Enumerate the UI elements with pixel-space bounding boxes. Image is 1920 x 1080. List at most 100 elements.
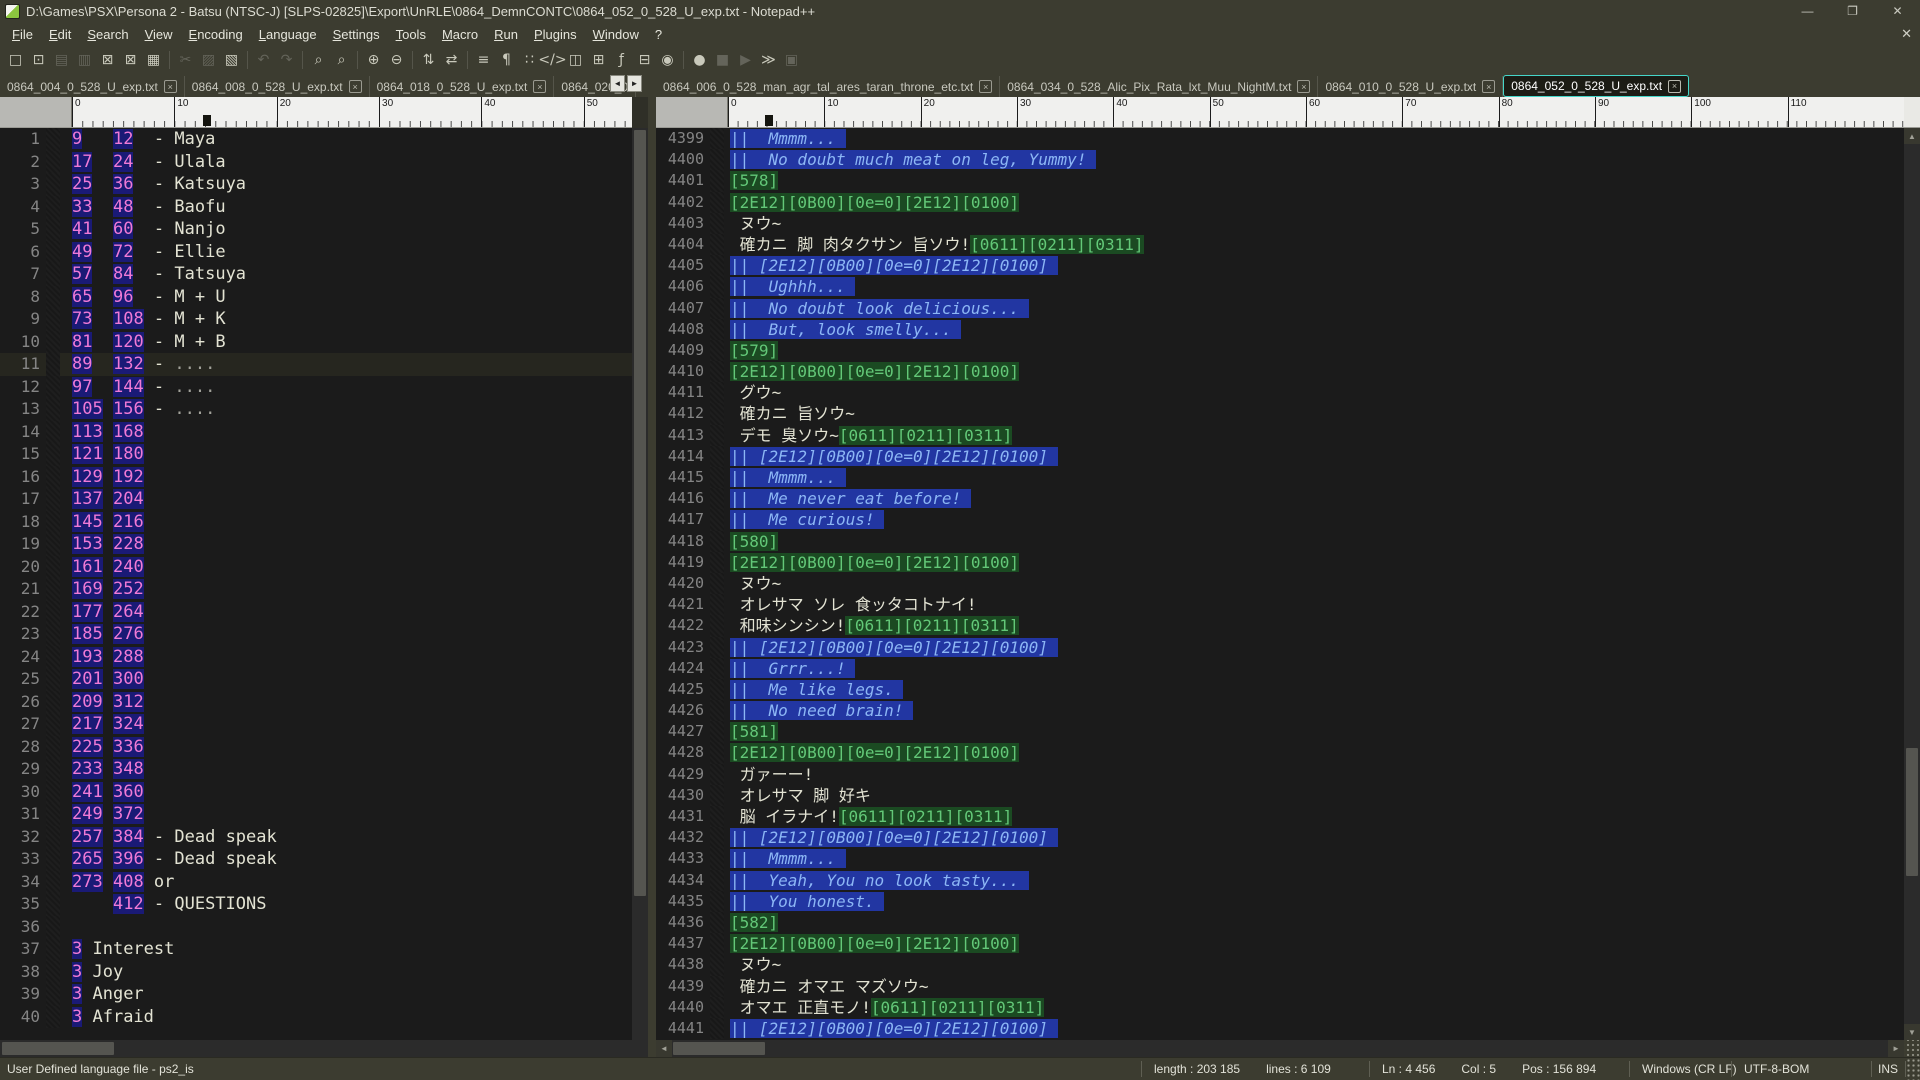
tab-close-icon[interactable]: × bbox=[164, 80, 177, 93]
document-switcher-icon[interactable]: ⊞ bbox=[587, 49, 610, 71]
hscroll-left-arrow-icon[interactable]: ◄ bbox=[656, 1040, 672, 1057]
document-map-icon[interactable]: ◫ bbox=[564, 49, 587, 71]
resize-grip[interactable] bbox=[1904, 1040, 1920, 1057]
editor-right[interactable]: 4399|| Mmmm... 4400|| No doubt much meat… bbox=[656, 128, 1904, 1040]
macro-save-icon: ▣ bbox=[780, 49, 803, 71]
close-file-icon[interactable]: ⊠ bbox=[96, 49, 119, 71]
macro-run-multiple-icon[interactable]: ≫ bbox=[757, 49, 780, 71]
close-all-icon[interactable]: ⊠ bbox=[119, 49, 142, 71]
minimize-button[interactable]: — bbox=[1785, 0, 1830, 22]
code-text: 73 108 - M + K bbox=[60, 308, 226, 331]
fold-margin bbox=[710, 827, 724, 848]
code-line: 15121 180 bbox=[0, 443, 632, 466]
tab-close-icon[interactable]: × bbox=[533, 80, 546, 93]
tab-close-icon[interactable]: × bbox=[1668, 80, 1681, 93]
menu-item-plugins[interactable]: Plugins bbox=[526, 24, 585, 45]
tab-0864_008_0_528_U_exp.txt[interactable]: 0864_008_0_528_U_exp.txt× bbox=[185, 76, 370, 97]
close-button[interactable]: ✕ bbox=[1875, 0, 1920, 22]
menu-item-run[interactable]: Run bbox=[486, 24, 526, 45]
menu-item-view[interactable]: View bbox=[137, 24, 181, 45]
hscroll-thumb-right[interactable] bbox=[673, 1042, 765, 1055]
replace-icon[interactable]: ⌕ bbox=[330, 49, 353, 71]
pane-splitter[interactable] bbox=[648, 97, 656, 1040]
tab-0864_018_0_528_U_exp.txt[interactable]: 0864_018_0_528_U_exp.txt× bbox=[370, 76, 555, 97]
code-line: 4439 確カニ オマエ マズソウ~ bbox=[656, 976, 1904, 997]
tab-0864_034_0_528_Alic_Pix_Rata_lxt_Muu_NightM.txt[interactable]: 0864_034_0_528_Alic_Pix_Rata_lxt_Muu_Nig… bbox=[1000, 76, 1318, 97]
zoom-out-icon[interactable]: ⊖ bbox=[385, 49, 408, 71]
code-text: [2E12][0B00][0e=0][2E12][0100] bbox=[724, 933, 1019, 954]
macro-record-icon[interactable]: ● bbox=[688, 49, 711, 71]
menu-item-settings[interactable]: Settings bbox=[325, 24, 388, 45]
horizontal-scrollbar-left[interactable] bbox=[0, 1040, 648, 1057]
save-all-icon: ▥ bbox=[73, 49, 96, 71]
menu-item-search[interactable]: Search bbox=[79, 24, 136, 45]
tab-scroll-left-icon[interactable]: ◄ bbox=[610, 75, 625, 92]
status-eol-format[interactable]: Windows (CR LF) bbox=[1630, 1062, 1731, 1076]
line-number: 1 bbox=[0, 128, 46, 151]
code-text: 412 - QUESTIONS bbox=[60, 893, 267, 916]
fold-margin bbox=[710, 213, 724, 234]
menu-item-edit[interactable]: Edit bbox=[41, 24, 79, 45]
monitoring-icon[interactable]: ◉ bbox=[656, 49, 679, 71]
status-insert-mode[interactable]: INS bbox=[1872, 1062, 1905, 1076]
tab-close-icon[interactable]: × bbox=[979, 80, 992, 93]
paste-icon[interactable]: ▧ bbox=[220, 49, 243, 71]
ruler-cell: 20 bbox=[277, 97, 379, 127]
status-encoding[interactable]: UTF-8-BOM bbox=[1732, 1062, 1871, 1076]
tab-0864_004_0_528_U_exp.txt[interactable]: 0864_004_0_528_U_exp.txt× bbox=[0, 76, 185, 97]
line-number: 14 bbox=[0, 421, 46, 444]
line-number: 18 bbox=[0, 511, 46, 534]
vertical-scrollbar-right[interactable]: ▲ ▼ bbox=[1904, 128, 1920, 1040]
line-number: 4430 bbox=[656, 785, 710, 806]
code-text: || Grrr...! bbox=[724, 658, 855, 679]
code-text: 233 348 bbox=[60, 758, 144, 781]
hscroll-right-arrow-icon[interactable]: ► bbox=[1888, 1040, 1904, 1057]
find-icon[interactable]: ⌕ bbox=[307, 49, 330, 71]
print-icon[interactable]: ▦ bbox=[142, 49, 165, 71]
tab-0864_052_0_528_U_exp.txt[interactable]: 0864_052_0_528_U_exp.txt× bbox=[1503, 75, 1689, 97]
menu-item-window[interactable]: Window bbox=[585, 24, 647, 45]
menu-item-file[interactable]: File bbox=[4, 24, 41, 45]
hscroll-thumb-left[interactable] bbox=[2, 1042, 114, 1055]
line-number: 2 bbox=[0, 151, 46, 174]
horizontal-scrollbar-right[interactable] bbox=[672, 1040, 1888, 1057]
document-close-icon[interactable]: ✕ bbox=[1901, 26, 1912, 42]
tab-close-icon[interactable]: × bbox=[349, 80, 362, 93]
code-text: 3 Anger bbox=[60, 983, 144, 1006]
vscroll-up-arrow-icon[interactable]: ▲ bbox=[1904, 128, 1920, 144]
new-file-icon[interactable]: □ bbox=[4, 49, 27, 71]
sync-horizontal-scroll-icon[interactable]: ⇄ bbox=[440, 49, 463, 71]
tab-0864_010_0_528_U_exp.txt[interactable]: 0864_010_0_528_U_exp.txt× bbox=[1318, 76, 1503, 97]
function-list-icon[interactable]: ƒ bbox=[610, 49, 633, 71]
menu-item-tools[interactable]: Tools bbox=[388, 24, 434, 45]
vertical-scrollbar-left[interactable] bbox=[632, 128, 648, 1040]
tab-0864_006_0_528_man_agr_tal_ares_taran_throne_etc.txt[interactable]: 0864_006_0_528_man_agr_tal_ares_taran_th… bbox=[656, 76, 1000, 97]
line-number: 4405 bbox=[656, 255, 710, 276]
show-all-characters-icon[interactable]: ¶ bbox=[495, 49, 518, 71]
vscroll-thumb-right[interactable] bbox=[1906, 748, 1918, 876]
code-line: 21169 252 bbox=[0, 578, 632, 601]
vscroll-thumb-left[interactable] bbox=[634, 130, 646, 896]
editor-left[interactable]: 19 12 - Maya217 24 - Ulala325 36 - Katsu… bbox=[0, 128, 632, 1040]
zoom-in-icon[interactable]: ⊕ bbox=[362, 49, 385, 71]
menu-item-encoding[interactable]: Encoding bbox=[181, 24, 251, 45]
maximize-button[interactable]: ❐ bbox=[1830, 0, 1875, 22]
tab-close-icon[interactable]: × bbox=[1297, 80, 1310, 93]
word-wrap-icon[interactable]: ≡ bbox=[472, 49, 495, 71]
open-file-icon[interactable]: ⊡ bbox=[27, 49, 50, 71]
tab-close-icon[interactable]: × bbox=[1482, 80, 1495, 93]
notepadpp-window: D:\Games\PSX\Persona 2 - Batsu (NTSC-J) … bbox=[0, 0, 1920, 1080]
line-number: 4409 bbox=[656, 340, 710, 361]
sync-vertical-scroll-icon[interactable]: ⇅ bbox=[417, 49, 440, 71]
line-number: 4420 bbox=[656, 573, 710, 594]
vscroll-down-arrow-icon[interactable]: ▼ bbox=[1904, 1024, 1920, 1040]
user-defined-language-icon[interactable]: </> bbox=[541, 49, 564, 71]
code-line: 393 Anger bbox=[0, 983, 632, 1006]
code-text: 169 252 bbox=[60, 578, 144, 601]
menu-item-language[interactable]: Language bbox=[251, 24, 325, 45]
code-line: 4427[581] bbox=[656, 721, 1904, 742]
folder-as-workspace-icon[interactable]: ⊟ bbox=[633, 49, 656, 71]
menu-item-[interactable]: ? bbox=[647, 24, 670, 45]
tab-scroll-right-icon[interactable]: ► bbox=[627, 75, 642, 92]
menu-item-macro[interactable]: Macro bbox=[434, 24, 486, 45]
